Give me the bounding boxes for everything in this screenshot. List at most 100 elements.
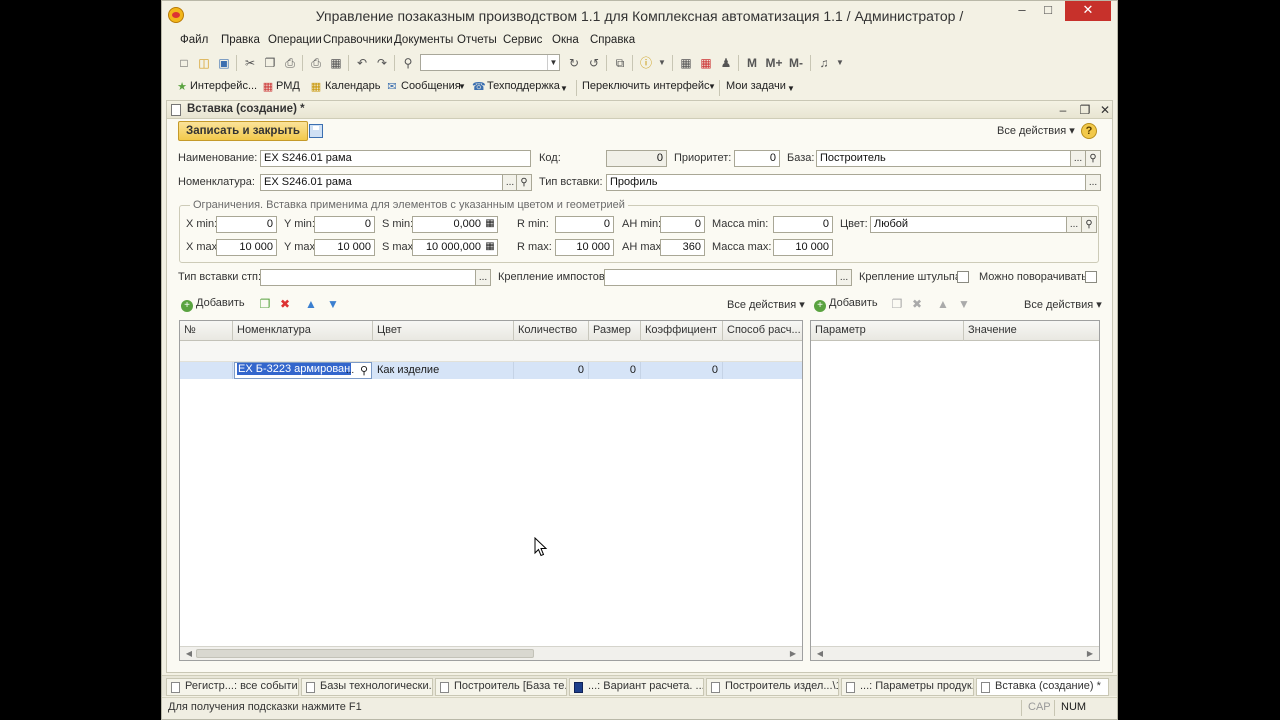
rmax-field[interactable]: 10 000 (555, 239, 614, 256)
redo-icon[interactable]: ↷ (374, 55, 390, 71)
row-select-button[interactable]: ... (343, 364, 357, 378)
column-parameter[interactable]: Параметр (811, 321, 964, 341)
task-product-params[interactable]: ...: Параметры продук... (841, 678, 974, 696)
delete-row-icon[interactable]: ✖ (910, 297, 924, 311)
switch-interface-button[interactable]: Переключить интерфейс (582, 80, 710, 92)
row-nomenclature[interactable]: EX Б-3223 армирован (237, 363, 352, 375)
stp-type-select-button[interactable]: ... (475, 269, 491, 286)
left-all-actions-menu[interactable]: Все действия ▾ (727, 298, 805, 311)
insert-type-select-button[interactable]: ... (1085, 174, 1101, 191)
print-icon[interactable]: ⎙ (308, 55, 324, 71)
move-up-icon[interactable]: ▲ (304, 297, 318, 311)
maximize-button[interactable]: □ (1035, 1, 1061, 21)
search-icon[interactable]: ⚲ (1085, 150, 1101, 167)
preview-icon[interactable]: ▦ (328, 55, 344, 71)
scroll-right-icon[interactable]: ▶ (786, 647, 800, 660)
calculator-icon[interactable]: ▦ (483, 240, 497, 254)
calculator-icon[interactable]: ▦ (678, 55, 694, 71)
copy-row-icon[interactable]: ❐ (258, 297, 272, 311)
windows-icon[interactable]: ⧉ (612, 55, 628, 71)
close-button[interactable]: ✕ (1065, 1, 1111, 21)
scroll-left-icon[interactable]: ◀ (813, 647, 827, 660)
ymin-field[interactable]: 0 (314, 216, 375, 233)
right-add-button[interactable]: + Добавить (814, 297, 878, 312)
copy-row-icon[interactable]: ❐ (890, 297, 904, 311)
interface-button[interactable]: Интерфейс... (190, 80, 257, 92)
ahmax-field[interactable]: 360 (660, 239, 705, 256)
priority-field[interactable]: 0 (734, 150, 780, 167)
chevron-down-icon[interactable]: ▼ (560, 84, 568, 93)
task-tech-bases[interactable]: Базы технологически... (301, 678, 433, 696)
find-prev-icon[interactable]: ↺ (586, 55, 602, 71)
rmin-field[interactable]: 0 (555, 216, 614, 233)
chevron-down-icon[interactable]: ▼ (547, 55, 559, 70)
calendar-button[interactable]: Календарь (325, 80, 381, 92)
task-builder-product[interactable]: Построитель издел...\1 (706, 678, 839, 696)
right-all-actions-menu[interactable]: Все действия ▾ (1024, 298, 1102, 311)
memory-m-button[interactable]: M (744, 55, 760, 71)
scroll-right-icon[interactable]: ▶ (1083, 647, 1097, 660)
messages-button[interactable]: Сообщения (401, 80, 461, 92)
calculator-icon[interactable]: ▦ (483, 217, 497, 231)
name-field[interactable]: EX S246.01 рама (260, 150, 531, 167)
undo-icon[interactable]: ↶ (354, 55, 370, 71)
save-icon[interactable]: ▣ (216, 55, 232, 71)
search-icon[interactable]: ⚲ (516, 174, 532, 191)
task-insert-create[interactable]: Вставка (создание) * (976, 678, 1109, 696)
search-icon[interactable]: ⚲ (1081, 216, 1097, 233)
move-up-icon[interactable]: ▲ (936, 297, 950, 311)
left-add-button[interactable]: + Добавить (181, 297, 245, 312)
column-quantity[interactable]: Количество (514, 321, 589, 341)
new-icon[interactable]: □ (176, 55, 192, 71)
search-combo[interactable]: ▼ (420, 54, 560, 71)
info-icon[interactable]: ⓘ (638, 55, 654, 71)
stp-type-field[interactable] (260, 269, 476, 286)
horizontal-scrollbar[interactable]: ◀ ▶ (180, 646, 802, 660)
support-button[interactable]: Техподдержка (487, 80, 560, 92)
move-down-icon[interactable]: ▼ (957, 297, 971, 311)
paste-icon[interactable]: ⎙ (282, 55, 298, 71)
shtulp-fastening-checkbox[interactable] (957, 271, 969, 283)
insert-type-field[interactable]: Профиль (606, 174, 1086, 191)
all-actions-menu[interactable]: Все действия ▾ (997, 124, 1075, 137)
menu-catalogs[interactable]: Справочники (323, 34, 393, 46)
base-select-button[interactable]: ... (1070, 150, 1086, 167)
save-disk-icon[interactable] (309, 124, 323, 138)
menu-help[interactable]: Справка (590, 34, 635, 46)
chevron-down-icon[interactable]: ▼ (458, 82, 466, 91)
impost-fastening-select-button[interactable]: ... (836, 269, 852, 286)
color-field[interactable]: Любой (870, 216, 1068, 233)
massmax-field[interactable]: 10 000 (773, 239, 833, 256)
delete-row-icon[interactable]: ✖ (278, 297, 292, 311)
save-and-close-button[interactable]: Записать и закрыть (178, 121, 308, 141)
column-number[interactable]: № (180, 321, 233, 341)
restore-doc-button[interactable]: ❐ (1077, 102, 1093, 118)
column-coefficient[interactable]: Коэффициент (641, 321, 723, 341)
help-icon[interactable]: ? (1081, 123, 1097, 139)
my-tasks-button[interactable]: Мои задачи (726, 80, 786, 92)
open-folder-icon[interactable]: ◫ (196, 55, 212, 71)
base-field[interactable]: Построитель (816, 150, 1072, 167)
pin-icon[interactable]: ♫ (816, 55, 832, 71)
xmin-field[interactable]: 0 (216, 216, 277, 233)
chevron-down-icon[interactable]: ▼ (832, 55, 848, 71)
column-value[interactable]: Значение (964, 321, 1099, 341)
menu-operations[interactable]: Операции (268, 34, 322, 46)
menu-reports[interactable]: Отчеты (457, 34, 497, 46)
cut-icon[interactable]: ✂ (242, 55, 258, 71)
menu-edit[interactable]: Правка (221, 34, 260, 46)
table-row[interactable]: EX Б-3223 армирован ... ⚲ Как изделие 0 … (180, 362, 802, 379)
menu-documents[interactable]: Документы (394, 34, 453, 46)
color-select-button[interactable]: ... (1066, 216, 1082, 233)
task-calc-variant[interactable]: ...: Вариант расчета. ... (569, 678, 704, 696)
ahmin-field[interactable]: 0 (660, 216, 705, 233)
menu-file[interactable]: Файл (180, 34, 208, 46)
memory-minus-button[interactable]: M- (786, 55, 806, 71)
impost-fastening-field[interactable] (604, 269, 837, 286)
nomenclature-field[interactable]: EX S246.01 рама (260, 174, 503, 191)
menu-windows[interactable]: Окна (552, 34, 579, 46)
column-color[interactable]: Цвет (373, 321, 514, 341)
chevron-down-icon[interactable]: ▼ (708, 82, 716, 91)
close-doc-button[interactable]: ✕ (1097, 102, 1113, 118)
chevron-down-icon[interactable]: ▼ (654, 55, 670, 71)
